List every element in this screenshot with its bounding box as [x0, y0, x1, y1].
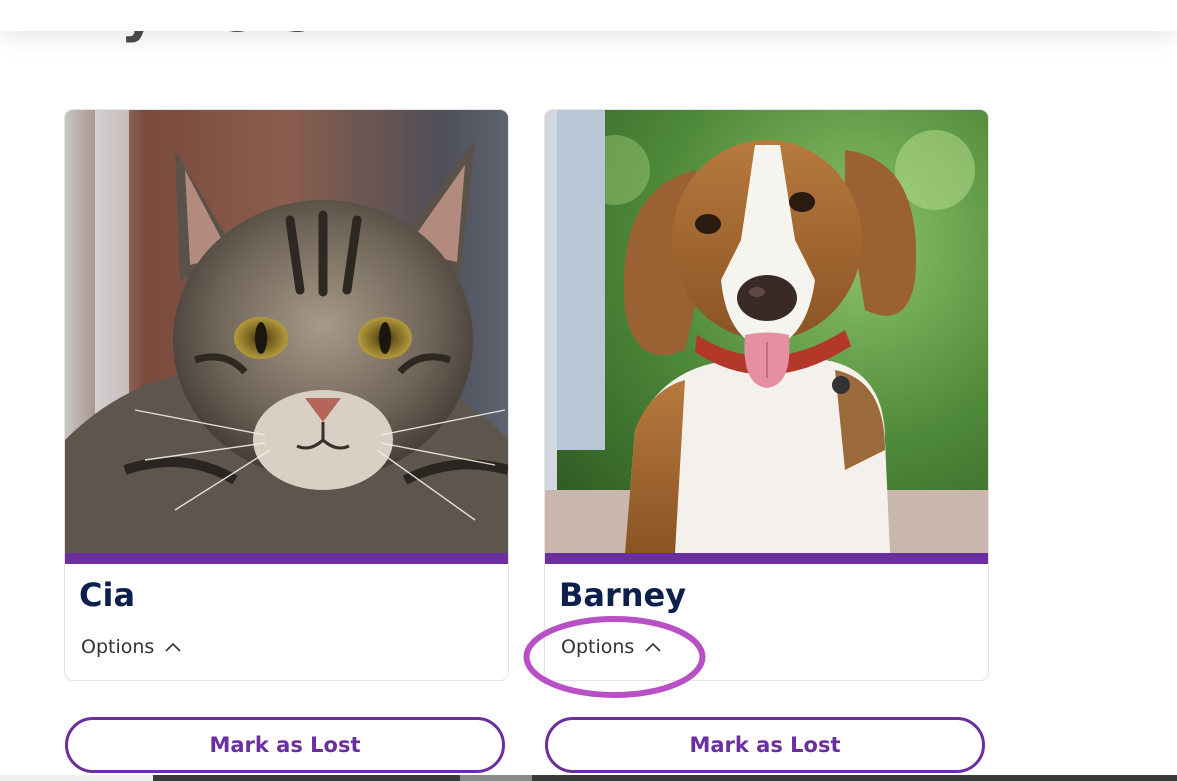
pet-photo-barney[interactable]	[545, 110, 988, 553]
tabby-cat-image	[65, 110, 508, 553]
beagle-dog-image	[545, 110, 988, 553]
chevron-up-icon	[644, 641, 662, 653]
mark-as-lost-button-barney[interactable]: Mark as Lost	[545, 717, 985, 773]
card-accent-bar	[545, 553, 988, 564]
mark-as-lost-button-cia[interactable]: Mark as Lost	[65, 717, 505, 773]
top-header-bar	[0, 0, 1177, 31]
options-label: Options	[561, 636, 635, 658]
card-accent-bar	[65, 553, 508, 564]
pet-photo-cia[interactable]	[65, 110, 508, 553]
my-pets-page: My Pets	[0, 0, 1177, 781]
options-toggle-cia[interactable]: Options	[81, 636, 182, 658]
pet-card-cia: Cia Options	[64, 109, 509, 681]
chevron-up-icon	[164, 641, 182, 653]
pet-name[interactable]: Cia	[79, 579, 135, 611]
bottom-edge-strip	[0, 775, 1177, 781]
pet-name[interactable]: Barney	[559, 579, 686, 611]
options-toggle-barney[interactable]: Options	[561, 636, 662, 658]
pet-card-barney: Barney Options	[544, 109, 989, 681]
options-label: Options	[81, 636, 155, 658]
